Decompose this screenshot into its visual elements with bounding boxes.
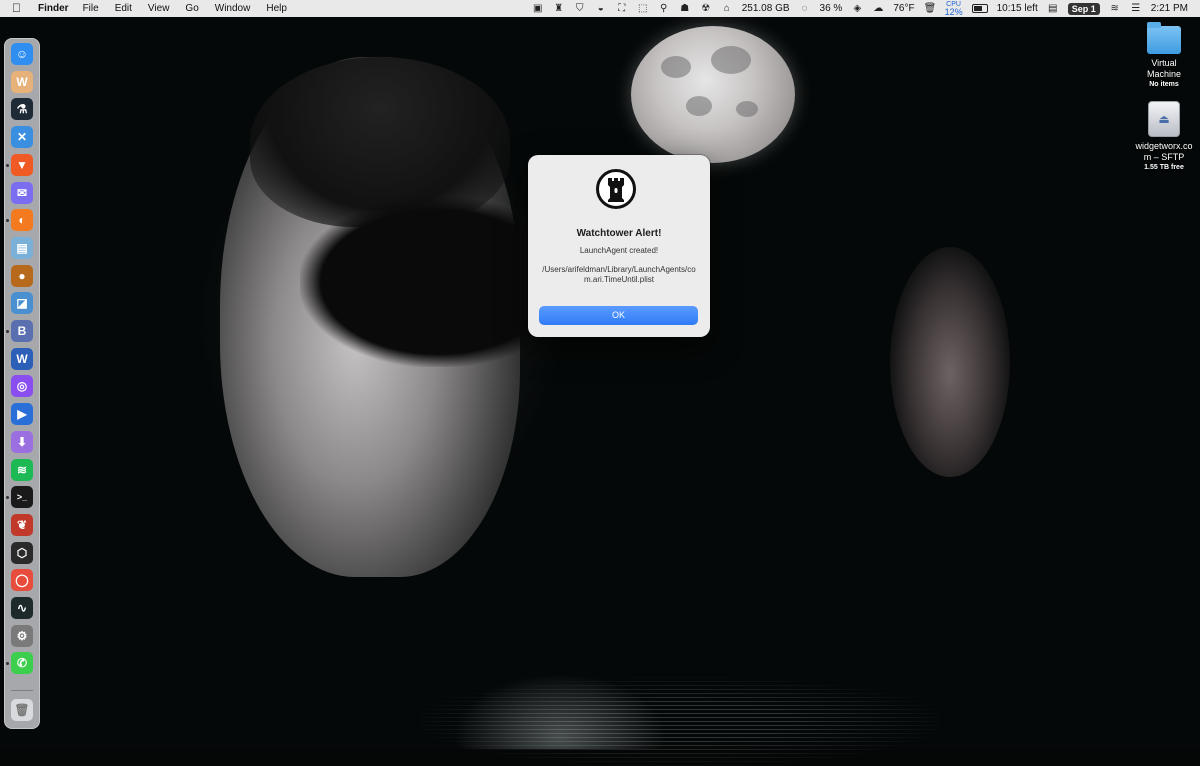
clipboard-icon[interactable]: ▤ (1047, 3, 1059, 14)
trash-icon[interactable]: 🗑 (11, 699, 33, 721)
alert-file-path: /Users/arifeldman/Library/LaunchAgents/c… (542, 265, 696, 284)
alert-title: Watchtower Alert! (576, 228, 662, 239)
mail-icon[interactable]: ✉ (11, 181, 33, 204)
menu-bar:  Finder File Edit View Go Window Help ▣… (0, 0, 1200, 17)
date-badge[interactable]: Sep 1 (1067, 2, 1100, 15)
progress-ring-icon[interactable]: ◌ (799, 3, 811, 14)
menu-edit[interactable]: Edit (115, 0, 132, 17)
disk-free-text[interactable]: 251.08 GB (742, 3, 790, 14)
folder-icon (1147, 22, 1181, 54)
desktop-folder-virtual-machine[interactable]: Virtual Machine No items (1124, 22, 1200, 89)
clock-text[interactable]: 2:21 PM (1151, 3, 1188, 14)
drive-sub: 1.55 TB free (1144, 164, 1184, 171)
brave-icon[interactable]: ▼ (11, 153, 33, 176)
system-settings-icon[interactable]: ⚙ (11, 624, 33, 647)
menu-help[interactable]: Help (266, 0, 287, 17)
drive-label: widgetworx.com – SFTP (1135, 141, 1193, 162)
network-drive-icon: ⏏ (1148, 101, 1180, 137)
spotify-icon[interactable]: ≋ (11, 458, 33, 481)
trash-menu-icon[interactable]: 🗑 (924, 3, 937, 14)
running-indicator (6, 496, 9, 500)
wallpaper-sunglasses (300, 197, 530, 367)
menu-view[interactable]: View (148, 0, 170, 17)
wallpaper-water-reflection (420, 677, 940, 766)
running-indicator (6, 219, 9, 223)
folder-sub: No items (1149, 81, 1179, 88)
xcode-lab-icon[interactable]: ⚗ (11, 98, 33, 121)
photo-app-icon[interactable]: ◪ (11, 292, 33, 315)
menu-window[interactable]: Window (215, 0, 251, 17)
battery-time-text[interactable]: 10:15 left (997, 3, 1038, 14)
shield-icon[interactable]: ⛉ (574, 3, 586, 14)
alert-message: LaunchAgent created! (579, 246, 659, 255)
finder-icon[interactable]: ☺ (11, 43, 33, 65)
rubymine-icon[interactable]: ❦ (11, 513, 33, 536)
lifesaver-icon[interactable]: ◯ (11, 569, 33, 592)
running-indicator (6, 330, 9, 333)
screen-recorder-icon[interactable]: ▣ (532, 3, 544, 14)
wallpaper-moon (631, 26, 795, 163)
infuse-icon[interactable]: ▶ (11, 403, 33, 426)
hexagon-app-icon[interactable]: ⬡ (11, 541, 33, 564)
crop-icon[interactable]: ⬚ (637, 3, 649, 14)
bicycle-icon[interactable]: ⚲ (658, 3, 670, 14)
firefox-icon[interactable]: ◐ (11, 209, 33, 232)
dock: 🗑 ☺ W ⚗ ✕ ▼ ✉ ◐ ▤ ● ◪ B W ◎ ▶ ⬇ ≋ >_ ❦ ⬡ ◯ ∿ ⚙ ✆ (4, 38, 40, 729)
word-doc-icon[interactable]: W (11, 70, 33, 93)
menu-file[interactable]: File (83, 0, 99, 17)
terminal-icon[interactable]: >_ (11, 486, 33, 509)
wifi-icon[interactable]: ≋ (1109, 3, 1121, 14)
running-indicator (6, 163, 9, 167)
security-app-icon[interactable]: ☗ (679, 3, 691, 14)
screenshot-icon[interactable]: ⛶ (616, 3, 628, 14)
battery-icon[interactable] (971, 4, 988, 13)
ok-button[interactable]: OK (539, 306, 698, 325)
dock-separator (11, 690, 33, 691)
eye-icon[interactable]: ◒ (595, 3, 607, 14)
running-indicator (6, 662, 9, 666)
preview-icon[interactable]: ▤ (11, 236, 33, 259)
tower-menu-icon[interactable]: ♜ (553, 3, 565, 14)
arc-browser-icon[interactable]: ◎ (11, 375, 33, 398)
apple-logo-icon[interactable]:  (12, 0, 26, 17)
temperature-text[interactable]: 76°F (893, 3, 914, 14)
microsoft-word-icon[interactable]: W (11, 347, 33, 370)
direction-icon[interactable]: ◈ (851, 3, 863, 14)
cpu-meter[interactable]: CPU 12% (945, 1, 963, 17)
percent-text[interactable]: 36 % (820, 3, 843, 14)
acorn-icon[interactable]: ● (11, 264, 33, 287)
watchtower-tower-icon (596, 169, 636, 209)
desktop-wallpaper (0, 17, 1200, 766)
control-center-icon[interactable]: ☰ (1130, 3, 1142, 14)
menu-app-finder[interactable]: Finder (38, 0, 69, 17)
messages-icon[interactable]: ✆ (11, 652, 33, 675)
folder-label: Virtual Machine (1146, 58, 1182, 79)
radiation-icon[interactable]: ☢ (700, 3, 712, 14)
desktop-drive-sftp[interactable]: ⏏ widgetworx.com – SFTP 1.55 TB free (1124, 101, 1200, 172)
status-area: ▣ ♜ ⛉ ◒ ⛶ ⬚ ⚲ ☗ ☢ ⌂ 251.08 GB ◌ 36 % ◈ ☁… (532, 0, 1188, 17)
bbedit-icon[interactable]: B (11, 320, 33, 342)
disk-icon[interactable]: ⌂ (721, 3, 733, 14)
wallpaper-woman-face (890, 247, 1010, 477)
activity-monitor-icon[interactable]: ∿ (11, 597, 33, 619)
cpu-value: 12% (944, 6, 963, 17)
menu-go[interactable]: Go (185, 0, 198, 17)
cloud-icon[interactable]: ☁ (872, 3, 884, 14)
downloader-icon[interactable]: ⬇ (11, 430, 33, 453)
watchtower-alert-dialog: Watchtower Alert! LaunchAgent created! /… (528, 155, 710, 337)
xcode-tools-icon[interactable]: ✕ (11, 126, 33, 149)
